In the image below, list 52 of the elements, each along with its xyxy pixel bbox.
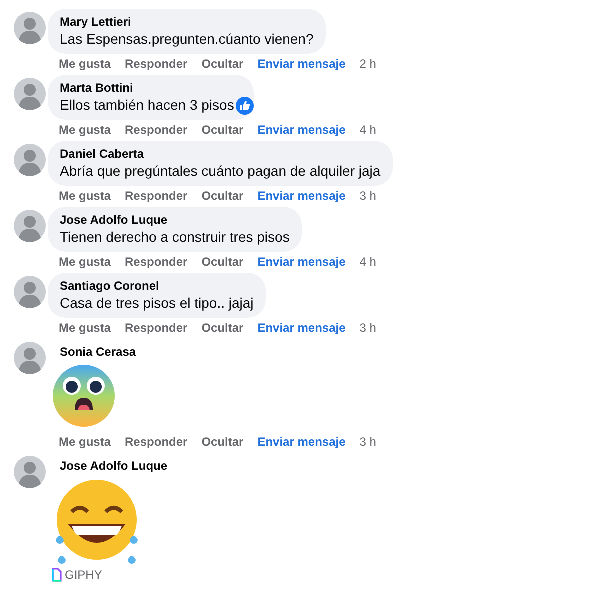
- action-link[interactable]: Responder: [125, 122, 188, 138]
- author-name[interactable]: Mary Lettieri: [60, 14, 314, 30]
- action-link[interactable]: Responder: [125, 188, 188, 204]
- author-name[interactable]: Santiago Coronel: [60, 278, 254, 294]
- action-link[interactable]: Me gusta: [59, 188, 112, 204]
- author-name[interactable]: Daniel Caberta: [60, 146, 381, 162]
- gif-source-label: GIPHY: [65, 568, 102, 582]
- action-link[interactable]: Ocultar: [202, 434, 244, 450]
- timestamp: 2 h: [360, 56, 376, 72]
- avatar: [14, 144, 46, 176]
- comment-text: Ellos también hacen 3 pisos: [60, 96, 234, 115]
- comment-text: Las Espensas.pregunten.cúanto vienen?: [60, 30, 314, 49]
- send-message-link[interactable]: Enviar mensaje: [258, 254, 346, 270]
- action-link[interactable]: Me gusta: [59, 434, 112, 450]
- comment-text: Abría que pregúntales cuánto pagan de alquiler jaja: [60, 162, 381, 181]
- action-link[interactable]: Me gusta: [59, 254, 112, 270]
- action-link[interactable]: Responder: [125, 320, 188, 336]
- avatar: [14, 456, 46, 488]
- timestamp: 3 h: [360, 188, 376, 204]
- author-name[interactable]: Marta Bottini: [60, 80, 242, 96]
- action-link[interactable]: Responder: [125, 254, 188, 270]
- timestamp: 3 h: [360, 434, 376, 450]
- timestamp: 3 h: [360, 320, 376, 336]
- timestamp: 4 h: [360, 122, 376, 138]
- action-link[interactable]: Me gusta: [59, 122, 112, 138]
- timestamp: 4 h: [360, 254, 376, 270]
- avatar: [14, 210, 46, 242]
- avatar: [14, 78, 46, 110]
- send-message-link[interactable]: Enviar mensaje: [258, 320, 346, 336]
- fearful-emoji-sticker: [52, 364, 116, 428]
- action-link[interactable]: Me gusta: [59, 56, 112, 72]
- action-link[interactable]: Me gusta: [59, 320, 112, 336]
- action-link[interactable]: Ocultar: [202, 122, 244, 138]
- avatar: [14, 276, 46, 308]
- author-name[interactable]: Jose Adolfo Luque: [60, 212, 290, 228]
- comment-text: Tienen derecho a construir tres pisos: [60, 228, 290, 247]
- send-message-link[interactable]: Enviar mensaje: [258, 434, 346, 450]
- send-message-link[interactable]: Enviar mensaje: [258, 188, 346, 204]
- action-link[interactable]: Responder: [125, 434, 188, 450]
- send-message-link[interactable]: Enviar mensaje: [258, 56, 346, 72]
- avatar: [14, 342, 46, 374]
- action-link[interactable]: Responder: [125, 56, 188, 72]
- send-message-link[interactable]: Enviar mensaje: [258, 122, 346, 138]
- action-link[interactable]: Ocultar: [202, 56, 244, 72]
- avatar: [14, 12, 46, 44]
- action-link[interactable]: Ocultar: [202, 188, 244, 204]
- author-name[interactable]: Sonia Cerasa: [48, 339, 148, 362]
- author-name[interactable]: Jose Adolfo Luque: [48, 453, 180, 476]
- action-link[interactable]: Ocultar: [202, 320, 244, 336]
- giphy-logo-icon: [52, 568, 62, 582]
- action-link[interactable]: Ocultar: [202, 254, 244, 270]
- comment-text: Casa de tres pisos el tipo.. jajaj: [60, 294, 254, 313]
